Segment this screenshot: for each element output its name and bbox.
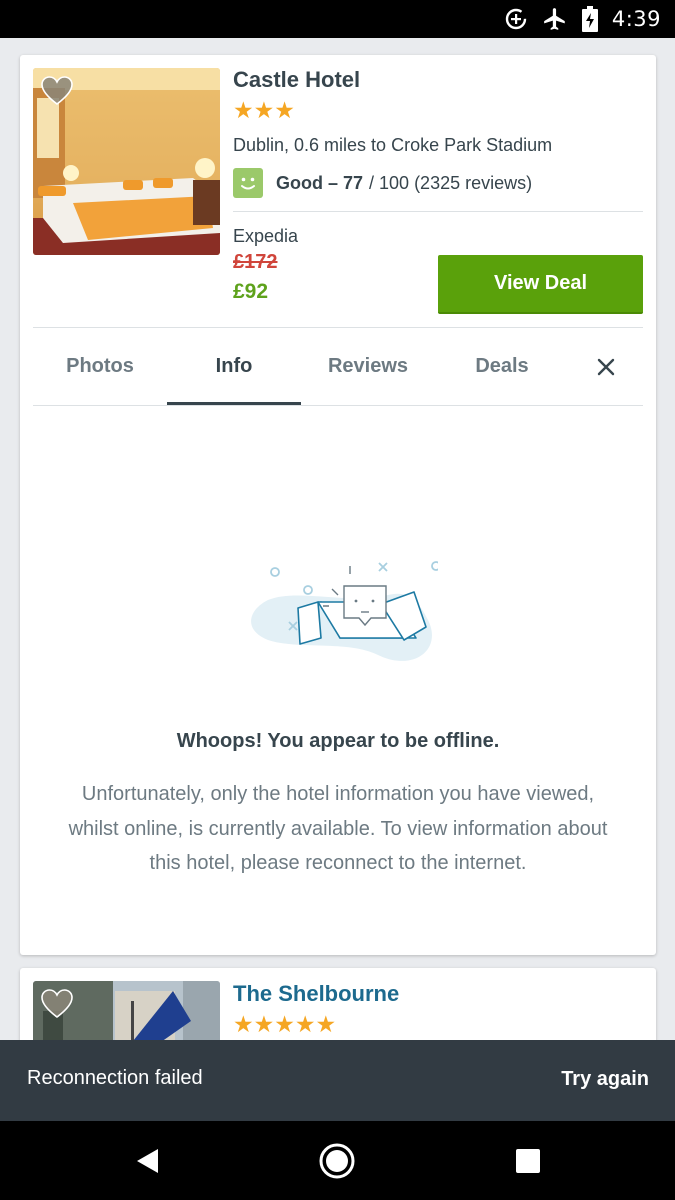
clock: 4:39 <box>611 7 661 31</box>
star-rating: ★★★ <box>233 97 295 123</box>
try-again-button[interactable]: Try again <box>561 1068 649 1091</box>
detail-tabs: Photos Info Reviews Deals <box>33 328 643 405</box>
tab-photos[interactable]: Photos <box>33 328 167 405</box>
rating-count: / 100 (2325 reviews) <box>369 172 533 193</box>
status-bar: 4:39 <box>0 0 675 38</box>
navigation-bar <box>0 1121 675 1200</box>
tab-info[interactable]: Info <box>167 328 301 405</box>
deal-provider: Expedia <box>233 226 299 246</box>
original-price: £172 <box>233 251 278 273</box>
snackbar-message: Reconnection failed <box>27 1067 203 1089</box>
smiley-face-icon <box>233 168 263 198</box>
back-icon[interactable] <box>134 1147 162 1180</box>
offline-map-illustration <box>238 500 441 675</box>
review-score[interactable]: Good – 77 / 100 (2325 reviews) <box>233 168 532 198</box>
deal-price: £92 <box>233 280 269 303</box>
favorite-heart-icon[interactable] <box>41 989 73 1019</box>
snackbar: Reconnection failed Try again <box>0 1040 675 1121</box>
battery-charging-icon <box>581 6 598 32</box>
close-icon[interactable] <box>569 328 643 405</box>
hotel-location: Dublin, 0.6 miles to Croke Park Stadium <box>233 135 553 155</box>
home-icon[interactable] <box>318 1142 356 1185</box>
divider <box>33 405 643 406</box>
recents-icon[interactable] <box>515 1148 541 1179</box>
offline-title: Whoops! You appear to be offline. <box>176 730 500 752</box>
star-rating: ★★★★★ <box>233 1011 337 1037</box>
hotel-photo[interactable] <box>33 68 220 255</box>
hotel-card[interactable]: Castle Hotel ★★★ Dublin, 0.6 miles to Cr… <box>20 55 656 955</box>
view-deal-button[interactable]: View Deal <box>438 255 643 314</box>
favorite-heart-icon[interactable] <box>41 76 73 106</box>
hotel-name[interactable]: Castle Hotel <box>233 67 360 93</box>
tab-reviews[interactable]: Reviews <box>301 328 435 405</box>
divider <box>233 211 643 212</box>
tab-deals[interactable]: Deals <box>435 328 569 405</box>
airplane-mode-icon <box>542 6 568 32</box>
offline-message: Unfortunately, only the hotel informatio… <box>68 783 608 874</box>
hotel-name[interactable]: The Shelbourne <box>233 981 399 1007</box>
data-saver-icon <box>504 7 528 31</box>
rating-label: Good – 77 <box>276 172 364 193</box>
